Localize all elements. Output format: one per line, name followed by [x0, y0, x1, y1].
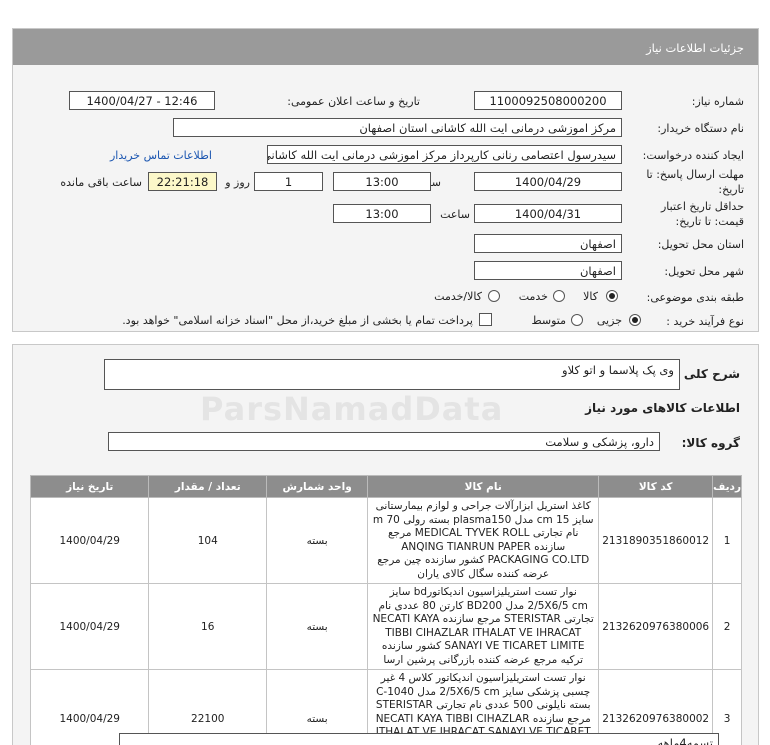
category-option-goods: کالا	[583, 290, 598, 303]
validity-label-1: حداقل تاریخ اعتبار	[660, 200, 744, 213]
cell-date: 1400/04/29	[29, 497, 150, 584]
cell-row: 1	[712, 497, 742, 584]
deadline-label-1: مهلت ارسال پاسخ: تا	[646, 168, 744, 181]
creator-field[interactable]: سیدرسول اعتصامی رنانی کارپرداز مرکز اموز…	[267, 145, 622, 164]
category-radio-service[interactable]	[553, 290, 565, 302]
treasury-payment-checkbox[interactable]	[479, 313, 492, 326]
deadline-date-field[interactable]: 1400/04/29	[474, 172, 622, 191]
cell-unit: بسته	[266, 583, 369, 670]
goods-info-title: اطلاعات کالاهای مورد نیاز	[585, 401, 740, 415]
validity-time-field[interactable]: 13:00	[333, 204, 431, 223]
footer-note-field[interactable]: تسمه4ماهه	[119, 733, 719, 745]
city-field[interactable]: اصفهان	[474, 261, 622, 280]
cell-code: 2132620976380006	[598, 583, 714, 670]
cell-unit: بسته	[266, 497, 369, 584]
province-label: استان محل تحویل:	[657, 238, 744, 251]
cell-date: 1400/04/29	[29, 583, 150, 670]
deadline-time-field[interactable]: 13:00	[333, 172, 431, 191]
city-label: شهر محل تحویل:	[664, 265, 744, 278]
category-radio-goods[interactable]	[606, 290, 618, 302]
creator-label: ایجاد کننده درخواست:	[642, 149, 744, 162]
category-option-service: خدمت	[518, 290, 548, 303]
process-radio-medium[interactable]	[571, 314, 583, 326]
col-row-header: ردیف	[712, 475, 742, 498]
treasury-payment-text: پرداخت تمام یا بخشی از مبلغ خرید،از محل …	[122, 314, 473, 327]
days-label: روز و	[225, 176, 250, 189]
goods-group-field[interactable]: دارو، پزشکی و سلامت	[108, 432, 660, 451]
remaining-time-label: ساعت باقی مانده	[60, 176, 142, 189]
goods-group-label: گروه کالا:	[681, 436, 740, 450]
col-date-header: تاریخ نیاز	[29, 475, 150, 498]
col-name-header: نام کالا	[367, 475, 600, 498]
cell-code: 2131890351860012	[598, 497, 714, 584]
cell-row: 2	[712, 583, 742, 670]
table-row[interactable]: 2 2132620976380006 نوار تست استریلیزاسیو…	[29, 583, 742, 670]
process-option-medium: متوسط	[531, 314, 566, 327]
cell-name: نوار تست استریلیزاسیون اندیکاتورbd سایز …	[367, 583, 600, 670]
col-unit-header: واحد شمارش	[266, 475, 369, 498]
category-option-goods-service: کالا/خدمت	[434, 290, 482, 303]
cell-name: کاغذ استریل ابزارآلات جراحی و لوازم بیما…	[367, 497, 600, 584]
announce-date-label: تاریخ و ساعت اعلان عمومی:	[287, 95, 420, 108]
category-radio-goods-service[interactable]	[488, 290, 500, 302]
process-radio-minor[interactable]	[629, 314, 641, 326]
category-label: طبقه بندی موضوعی:	[646, 291, 744, 304]
summary-field[interactable]: وی پک پلاسما و اتو کلاو	[104, 359, 680, 390]
province-field[interactable]: اصفهان	[474, 234, 622, 253]
goods-table: ردیف کد کالا نام کالا واحد شمارش تعداد /…	[29, 475, 742, 745]
table-row[interactable]: 1 2131890351860012 کاغذ استریل ابزارآلات…	[29, 497, 742, 584]
validity-time-label: ساعت	[440, 208, 470, 221]
col-qty-header: تعداد / مقدار	[148, 475, 268, 498]
goods-panel: شرح کلی نیاز: وی پک پلاسما و اتو کلاو اط…	[12, 344, 759, 745]
need-number-field[interactable]: 1100092508000200	[474, 91, 622, 110]
buyer-contact-link[interactable]: اطلاعات تماس خریدار	[110, 149, 212, 162]
remaining-time-field: 22:21:18	[148, 172, 217, 191]
buyer-label: نام دستگاه خریدار:	[657, 122, 744, 135]
panel-title: جزئیات اطلاعات نیاز	[646, 41, 744, 55]
cell-qty: 16	[148, 583, 268, 670]
col-code-header: کد کالا	[598, 475, 714, 498]
cell-qty: 104	[148, 497, 268, 584]
announce-date-field[interactable]: 1400/04/27 - 12:46	[69, 91, 215, 110]
need-number-label: شماره نیاز:	[691, 95, 744, 108]
process-label: نوع فرآیند خرید :	[666, 315, 744, 328]
buyer-field[interactable]: مرکز اموزشی درمانی ایت الله کاشانی استان…	[173, 118, 622, 137]
panel-header: جزئیات اطلاعات نیاز	[13, 29, 758, 65]
table-header-row: ردیف کد کالا نام کالا واحد شمارش تعداد /…	[29, 475, 742, 498]
validity-label-2: قیمت: تا تاریخ:	[675, 215, 744, 228]
validity-date-field[interactable]: 1400/04/31	[474, 204, 622, 223]
deadline-label-2: تاریخ:	[718, 183, 744, 196]
days-remaining-field[interactable]: 1	[254, 172, 323, 191]
process-option-minor: جزیی	[596, 314, 622, 327]
